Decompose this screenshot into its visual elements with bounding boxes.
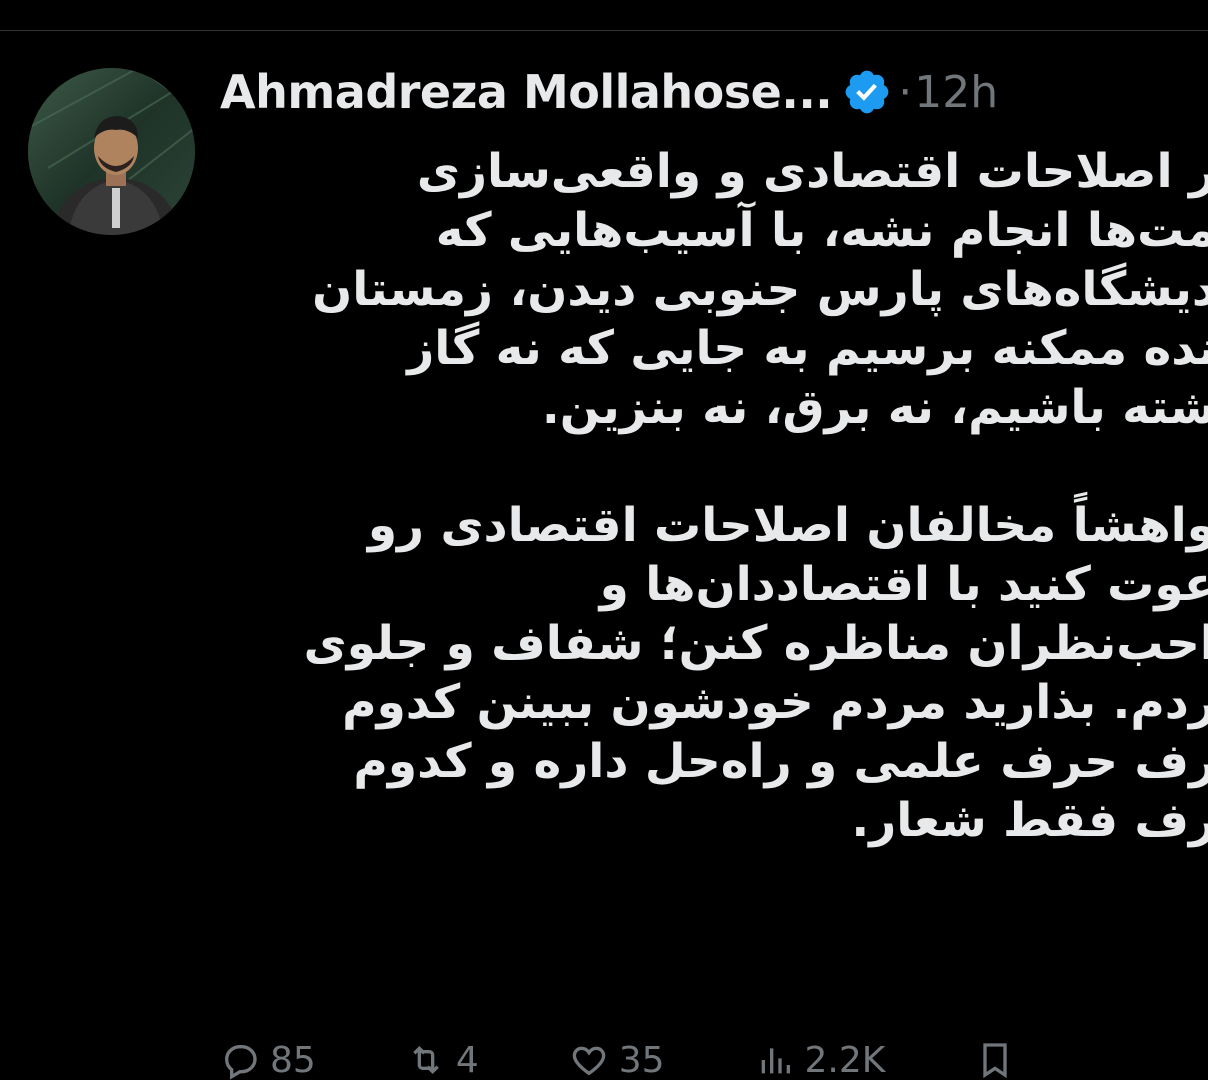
avatar-photo xyxy=(28,68,195,235)
bookmark-button[interactable] xyxy=(975,1040,1025,1080)
tweet-text-line: واهشاً مخالفان اصلاحات اقتصادی رو xyxy=(367,498,1208,553)
retweet-button[interactable]: 4 xyxy=(406,1040,479,1080)
retweet-count: 4 xyxy=(455,1040,479,1080)
reply-icon xyxy=(224,1045,257,1080)
tweet-text-line: رف حرف علمی و راه‌حل داره و کدوم xyxy=(353,734,1208,789)
tweet-text-line: ردم. بذارید مردم خودشون ببینن کدوم xyxy=(342,675,1208,730)
tweet-header: Ahmadreza Mollahose... · 12h xyxy=(220,62,998,122)
tweet-text-line: مت‌ها انجام نشه، با آسیب‌هایی که xyxy=(435,203,1208,258)
tweet-text-line: احب‌نظران مناظره کنن؛ شفاف و جلوی xyxy=(303,616,1208,671)
like-icon xyxy=(572,1046,605,1076)
views-icon xyxy=(761,1048,790,1074)
tweet-text-line: شته باشیم، نه برق، نه بنزین. xyxy=(541,380,1208,435)
bookmark-icon xyxy=(983,1043,1008,1079)
tweet-text-line: رف فقط شعار. xyxy=(851,793,1208,848)
author-name[interactable]: Ahmadreza Mollahose... xyxy=(220,65,833,119)
top-divider xyxy=(0,30,1208,31)
tweet-text-line: عوت کنید با اقتصاددان‌ها و xyxy=(599,557,1208,612)
avatar[interactable] xyxy=(28,68,195,235)
timestamp[interactable]: 12h xyxy=(914,67,998,118)
views-count: 2.2K xyxy=(804,1040,886,1080)
verified-badge-icon xyxy=(842,67,892,117)
tweet-text-line: ر اصلاحات اقتصادی و واقعی‌سازی xyxy=(416,144,1208,199)
like-count: 35 xyxy=(618,1040,665,1080)
tweet-text-line xyxy=(216,437,1208,496)
tweet-text-line: دیشگاه‌های پارس جنوبی دیدن، زمستان xyxy=(312,262,1208,317)
views-button[interactable]: 2.2K xyxy=(755,1040,886,1080)
separator-dot: · xyxy=(898,66,913,118)
retweet-icon xyxy=(412,1045,439,1075)
tweet-text: ر اصلاحات اقتصادی و واقعی‌سازی مت‌ها انجا… xyxy=(216,142,1208,850)
action-bar: 85 4 35 2.2K xyxy=(220,1040,1208,1080)
tweet-text-line: نده ممکنه برسیم به جایی که نه گاز xyxy=(407,321,1208,376)
like-button[interactable]: 35 xyxy=(569,1040,665,1080)
reply-button[interactable]: 85 xyxy=(220,1040,316,1080)
reply-count: 85 xyxy=(270,1040,316,1080)
